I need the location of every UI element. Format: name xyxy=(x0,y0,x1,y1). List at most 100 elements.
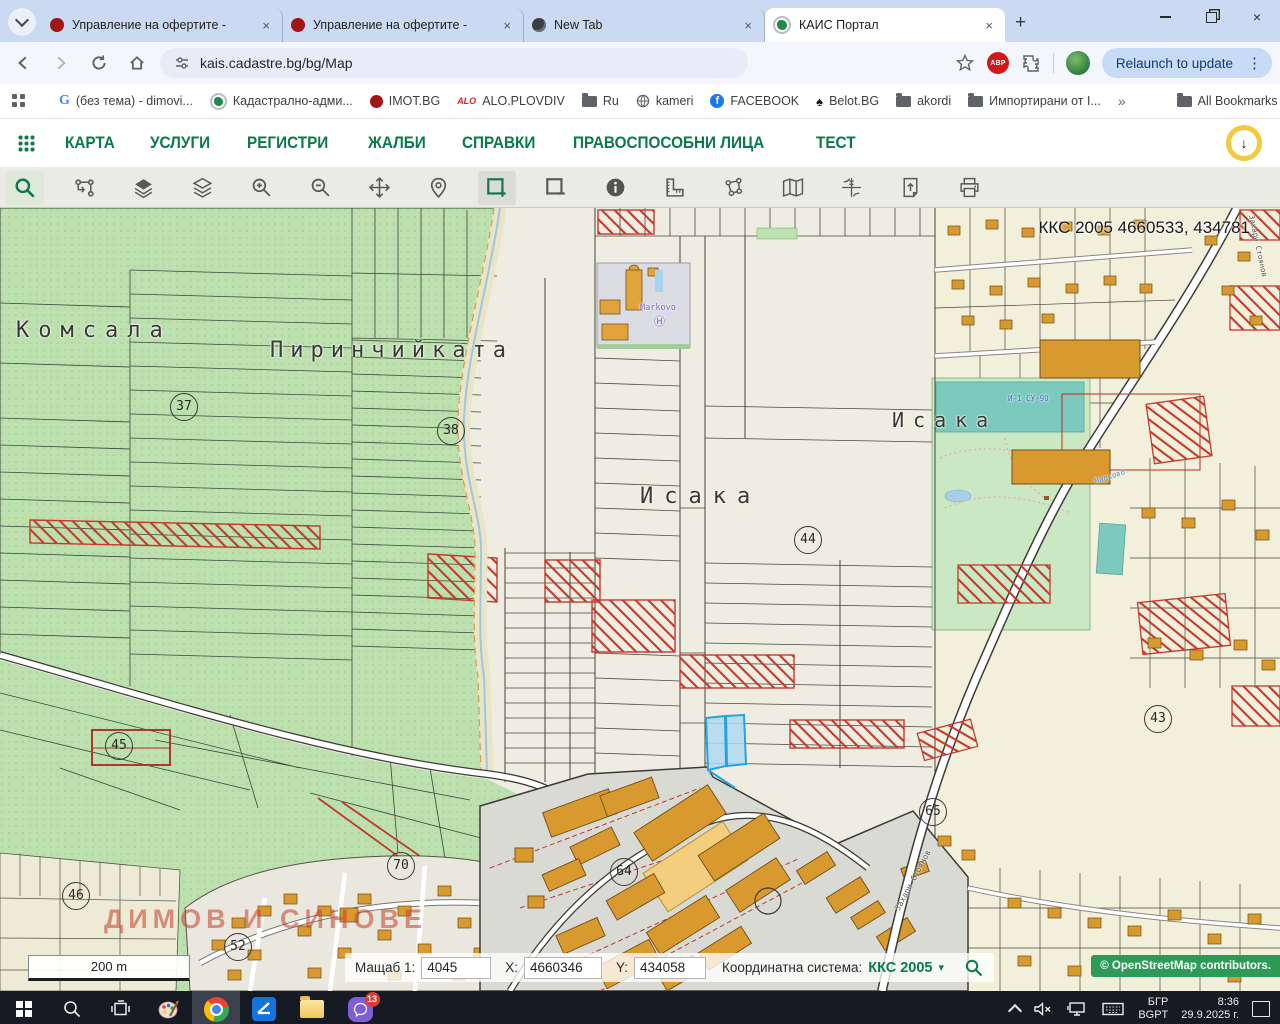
select-rect-remove-tool-button[interactable] xyxy=(537,171,575,205)
apps-grid-icon[interactable] xyxy=(12,94,25,108)
viber-app-button[interactable]: 13 xyxy=(336,991,384,1024)
browser-menu-icon[interactable]: ⋮ xyxy=(1243,54,1266,72)
osm-attribution[interactable]: © OpenStreetMap contributors. xyxy=(1091,955,1280,977)
coordinates-tool-button[interactable] xyxy=(832,171,870,205)
tab-close-icon[interactable]: × xyxy=(981,18,997,33)
scan-app-icon xyxy=(252,997,276,1021)
bookmark-item[interactable]: kameri xyxy=(636,94,694,108)
adblock-extension-icon[interactable]: ABP xyxy=(987,52,1009,74)
extensions-puzzle-icon[interactable] xyxy=(1021,53,1041,73)
coords-search-icon[interactable] xyxy=(964,958,984,978)
menu-uslugi[interactable]: УСЛУГИ xyxy=(150,133,210,153)
action-center-icon[interactable] xyxy=(1252,1001,1270,1017)
minimize-icon xyxy=(1160,16,1171,18)
bookmark-item[interactable]: Ru xyxy=(582,94,619,108)
omnibox[interactable]: kais.cadastre.bg/bg/Map xyxy=(160,48,748,78)
crs-dropdown-icon[interactable]: ▾ xyxy=(939,961,945,974)
bookmark-item[interactable]: Кадастрално-адми... xyxy=(210,93,353,110)
tab-offers-1[interactable]: Управление на офертите - × xyxy=(42,8,283,42)
search-tool-button[interactable] xyxy=(6,171,44,205)
toolbar-right: ABP Relaunch to update ⋮ xyxy=(955,48,1272,78)
scale-input[interactable] xyxy=(421,957,491,979)
tab-close-icon[interactable]: × xyxy=(499,18,515,33)
crs-label: Координатна система: xyxy=(722,960,862,975)
menu-spravki[interactable]: СПРАВКИ xyxy=(462,133,535,153)
tab-close-icon[interactable]: × xyxy=(740,18,756,33)
profile-avatar[interactable] xyxy=(1066,51,1090,75)
apps-dots-icon[interactable] xyxy=(18,135,35,152)
chrome-app-button[interactable] xyxy=(192,991,240,1024)
menu-zhalbi[interactable]: ЖАЛБИ xyxy=(368,133,426,153)
tab-close-icon[interactable]: × xyxy=(258,18,274,33)
back-button[interactable] xyxy=(8,48,38,78)
location-pin-icon xyxy=(427,176,450,199)
url-text[interactable]: kais.cadastre.bg/bg/Map xyxy=(200,55,353,71)
bookmark-label: Импортирани от I... xyxy=(989,94,1101,108)
print-tool-button[interactable] xyxy=(950,171,988,205)
zoom-out-tool-button[interactable] xyxy=(301,171,339,205)
menu-test[interactable]: ТЕСТ xyxy=(816,133,856,153)
bookmark-star-icon[interactable] xyxy=(955,53,975,73)
measure-length-tool-button[interactable] xyxy=(655,171,693,205)
file-explorer-icon xyxy=(300,1000,324,1018)
scan-app-button[interactable] xyxy=(240,991,288,1024)
layers-tool-button[interactable] xyxy=(183,171,221,205)
alo-icon: ALO xyxy=(457,96,476,106)
select-rect-add-tool-button[interactable] xyxy=(478,171,516,205)
map-sheets-tool-button[interactable] xyxy=(773,171,811,205)
zoom-in-tool-button[interactable] xyxy=(242,171,280,205)
home-button[interactable] xyxy=(122,48,152,78)
crs-value[interactable]: ККС 2005 xyxy=(868,960,932,976)
task-view-button[interactable] xyxy=(96,991,144,1024)
x-input[interactable] xyxy=(524,957,602,979)
tray-expand-icon[interactable] xyxy=(1008,1003,1022,1017)
bookmark-item[interactable]: fFACEBOOK xyxy=(710,94,799,108)
minimize-button[interactable] xyxy=(1142,0,1188,34)
measure-area-tool-button[interactable] xyxy=(714,171,752,205)
bookmark-item[interactable]: G(без тема) - dimovi... xyxy=(59,93,193,109)
tab-search-button[interactable] xyxy=(8,8,36,36)
language-indicator[interactable]: БГР BGPT xyxy=(1138,996,1168,1022)
pan-tool-button[interactable] xyxy=(360,171,398,205)
download-indicator[interactable]: ↓ xyxy=(1226,125,1262,161)
bookmark-item[interactable]: Импортирани от I... xyxy=(968,94,1101,108)
bookmarks-overflow-button[interactable]: » xyxy=(1118,93,1126,109)
new-tab-button[interactable]: + xyxy=(1005,12,1040,42)
tab-kais-portal[interactable]: КАИС Портал × xyxy=(765,8,1005,42)
taskbar-search-button[interactable] xyxy=(48,991,96,1024)
base-layers-tool-button[interactable] xyxy=(124,171,162,205)
tab-offers-2[interactable]: Управление на офертите - × xyxy=(283,8,524,42)
close-button[interactable]: × xyxy=(1234,0,1280,34)
maximize-button[interactable] xyxy=(1188,0,1234,34)
menu-registri[interactable]: РЕГИСТРИ xyxy=(247,133,328,153)
tab-newtab[interactable]: New Tab × xyxy=(524,8,765,42)
tab-favicon xyxy=(532,18,546,32)
forward-button[interactable] xyxy=(46,48,76,78)
bookmark-item[interactable]: ALOALO.PLOVDIV xyxy=(457,94,565,108)
network-icon[interactable] xyxy=(1066,1000,1088,1018)
relaunch-update-button[interactable]: Relaunch to update ⋮ xyxy=(1102,48,1272,78)
bookmark-item[interactable]: ♠Belot.BG xyxy=(816,94,879,109)
start-button[interactable] xyxy=(0,991,48,1024)
info-tool-button[interactable] xyxy=(596,171,634,205)
zoom-out-icon xyxy=(309,176,332,199)
map-canvas[interactable] xyxy=(0,208,1280,991)
menu-karta[interactable]: КАРТА xyxy=(65,133,115,152)
menu-pravosposobni[interactable]: ПРАВОСПОСОБНИ ЛИЦА xyxy=(573,133,764,153)
paint-app-button[interactable] xyxy=(144,991,192,1024)
export-tool-button[interactable] xyxy=(891,171,929,205)
bookmark-item[interactable]: akordi xyxy=(896,94,951,108)
keyboard-icon[interactable] xyxy=(1101,1000,1125,1018)
file-explorer-button[interactable] xyxy=(288,991,336,1024)
volume-muted-icon[interactable] xyxy=(1033,1000,1053,1018)
search-icon xyxy=(62,999,82,1019)
reload-button[interactable] xyxy=(84,48,114,78)
locate-tool-button[interactable] xyxy=(419,171,457,205)
bookmark-item[interactable]: IMOT.BG xyxy=(370,94,440,108)
site-info-icon[interactable] xyxy=(174,55,190,71)
clock[interactable]: 8:36 29.9.2025 г. xyxy=(1181,996,1239,1022)
route-measure-tool-button[interactable] xyxy=(65,171,103,205)
map-viewport[interactable]: ККС 2005 4660533, 434781 Комсала Пиринчи… xyxy=(0,208,1280,991)
y-input[interactable] xyxy=(634,957,706,979)
all-bookmarks-button[interactable]: All Bookmarks xyxy=(1177,94,1278,108)
